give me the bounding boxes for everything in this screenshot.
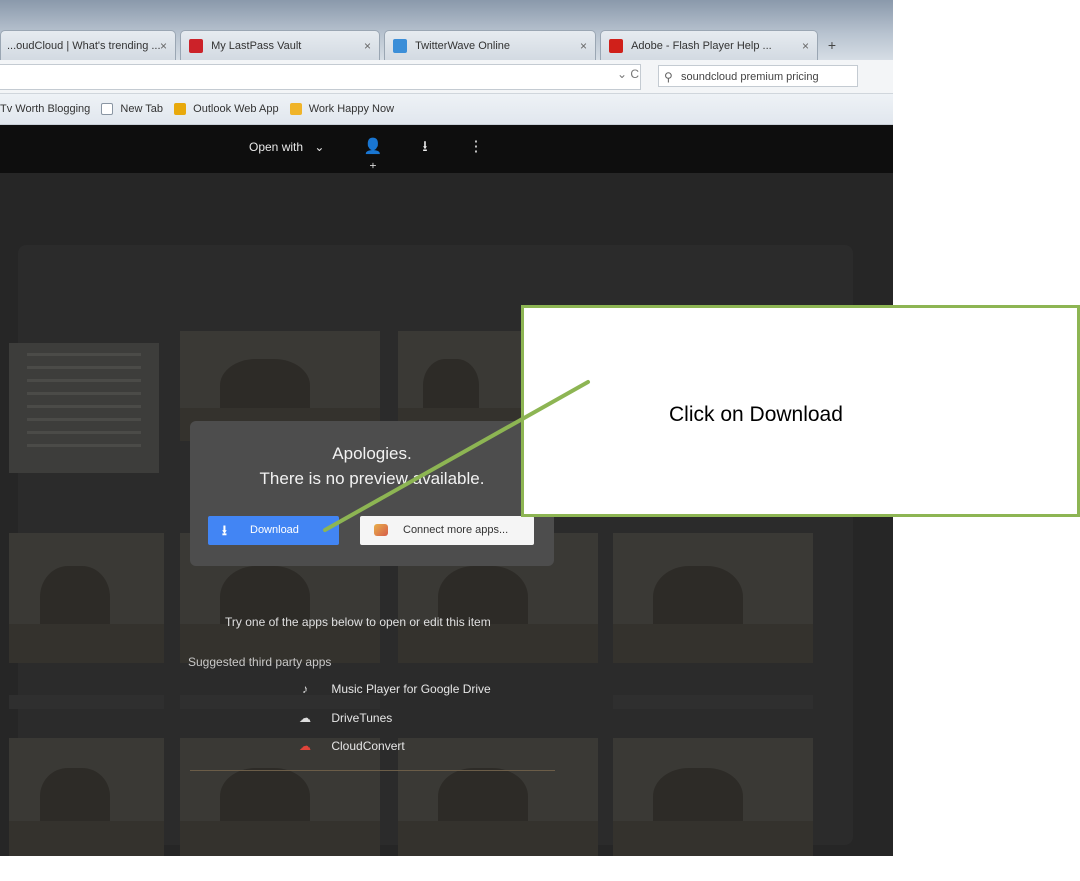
tab-label: TwitterWave Online (415, 40, 511, 53)
thumbnail-caption (9, 695, 164, 709)
no-preview-dialog: Apologies. There is no preview available… (190, 421, 554, 566)
download-button[interactable]: ⭳ Download (208, 516, 339, 545)
app-label: CloudConvert (331, 739, 405, 753)
bookmark-work-happy-now[interactable]: Work Happy Now (289, 94, 395, 124)
tab-close-icon[interactable]: × (802, 31, 809, 60)
photo-thumbnail (9, 738, 164, 856)
music-player-icon: ♪ (302, 682, 308, 696)
work-happy-now-icon (289, 103, 302, 116)
bookmark-label: Work Happy Now (308, 103, 395, 115)
bookmarks-bar: Tv Worth Blogging New Tab Outlook Web Ap… (0, 94, 893, 125)
photo-thumbnail (398, 738, 598, 856)
bookmark-tv-worth-blogging[interactable]: Tv Worth Blogging (0, 94, 90, 124)
callout-text: Click on Download (669, 403, 843, 426)
download-icon: ⭳ (222, 522, 227, 538)
photo-thumbnail (180, 738, 380, 856)
search-icon: ⚲ (664, 70, 673, 84)
download-icon[interactable]: ⭳ (414, 136, 436, 158)
tab-soundcloud[interactable]: ...oudCloud | What's trending ... × (0, 30, 176, 60)
tab-bar: ...oudCloud | What's trending ... × My L… (0, 0, 893, 60)
search-value: soundcloud premium pricing (681, 71, 819, 83)
tab-close-icon[interactable]: × (364, 31, 371, 60)
document-thumbnail (9, 343, 159, 473)
chevron-down-icon: ⌄ (314, 140, 325, 154)
tab-adobe-flash[interactable]: Adobe - Flash Player Help ... × (600, 30, 818, 60)
twitterwave-icon (393, 39, 407, 54)
download-label: Download (250, 524, 299, 536)
connect-apps-icon (374, 524, 388, 536)
connect-more-apps-button[interactable]: Connect more apps... (360, 516, 534, 545)
bookmark-label: New Tab (120, 103, 164, 115)
outlook-icon (174, 103, 187, 116)
open-with-button[interactable]: Open with ⌄ (249, 137, 324, 157)
cloudconvert-icon: ☁ (299, 739, 311, 753)
dialog-message: There is no preview available. (259, 469, 485, 488)
add-person-icon[interactable]: 👤⁺ (362, 136, 384, 177)
connect-label: Connect more apps... (403, 524, 509, 536)
photo-thumbnail (9, 533, 164, 663)
tab-twitterwave[interactable]: TwitterWave Online × (384, 30, 596, 60)
navigation-bar: ⌄ C ⚲ soundcloud premium pricing (0, 60, 893, 94)
photo-thumbnail (613, 533, 813, 663)
dialog-title: Apologies. (332, 444, 412, 463)
url-field[interactable] (0, 64, 641, 90)
tab-close-icon[interactable]: × (580, 31, 587, 60)
drivetunes-icon: ☁ (299, 711, 311, 725)
app-label: DriveTunes (331, 711, 393, 725)
suggested-apps-heading: Suggested third party apps (188, 655, 332, 669)
tab-label: Adobe - Flash Player Help ... (631, 40, 772, 53)
app-item-cloudconvert[interactable]: ☁ CloudConvert (298, 737, 405, 755)
bookmark-label: Tv Worth Blogging (0, 103, 91, 115)
callout-box: Click on Download (521, 305, 1080, 517)
reload-button[interactable]: ⌄ C (617, 67, 639, 81)
lastpass-icon (189, 39, 203, 54)
open-with-label: Open with (249, 140, 304, 154)
app-item-music-player[interactable]: ♪ Music Player for Google Drive (298, 680, 491, 698)
page-icon (101, 103, 114, 116)
adobe-icon (609, 39, 623, 54)
bookmark-label: Outlook Web App (193, 103, 279, 115)
bookmark-outlook-web-app[interactable]: Outlook Web App (174, 94, 279, 124)
tab-close-icon[interactable]: × (160, 31, 167, 60)
viewer-toolbar: Open with ⌄ 👤⁺ ⭳ ⋮ (0, 125, 893, 177)
thumbnail-caption (613, 695, 813, 709)
bookmark-new-tab[interactable]: New Tab (101, 94, 163, 124)
search-input[interactable]: ⚲ soundcloud premium pricing (658, 65, 858, 87)
tab-lastpass[interactable]: My LastPass Vault × (180, 30, 380, 60)
app-item-drivetunes[interactable]: ☁ DriveTunes (298, 709, 392, 727)
app-label: Music Player for Google Drive (331, 682, 491, 696)
tab-label: My LastPass Vault (211, 40, 302, 53)
tab-label: ...oudCloud | What's trending ... (7, 40, 161, 53)
more-vert-icon[interactable]: ⋮ (465, 136, 487, 158)
apps-prompt: Try one of the apps below to open or edi… (225, 615, 491, 629)
divider (190, 770, 555, 771)
new-tab-button[interactable]: + (822, 35, 842, 55)
photo-thumbnail (613, 738, 813, 856)
